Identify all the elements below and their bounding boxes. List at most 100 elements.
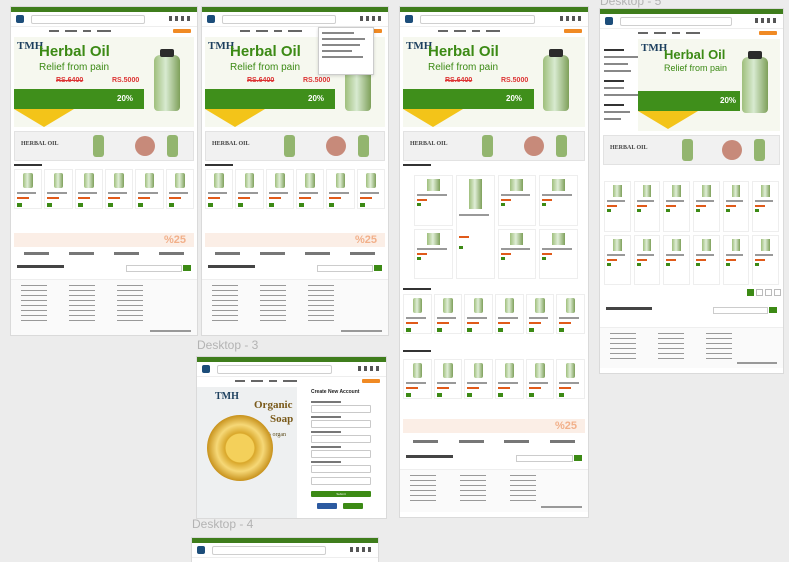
- email-field[interactable]: [311, 420, 371, 428]
- product-card[interactable]: [265, 169, 294, 209]
- product-card[interactable]: [235, 169, 264, 209]
- product-card[interactable]: [464, 359, 494, 399]
- product-banner[interactable]: HERBAL OIL: [403, 131, 585, 161]
- product-card[interactable]: [722, 234, 750, 285]
- product-card[interactable]: [433, 294, 463, 334]
- product-card[interactable]: [295, 169, 325, 209]
- product-card-large[interactable]: [455, 175, 495, 279]
- product-card[interactable]: [356, 169, 385, 209]
- newsletter-input[interactable]: [516, 455, 573, 462]
- product-row[interactable]: [403, 294, 586, 334]
- product-card[interactable]: [433, 359, 463, 399]
- header-icons[interactable]: [755, 18, 777, 23]
- header-icons[interactable]: [560, 16, 582, 21]
- search-input[interactable]: [212, 546, 326, 555]
- product-banner[interactable]: HERBAL OIL: [603, 135, 780, 165]
- newsletter-button[interactable]: [374, 265, 382, 271]
- product-card[interactable]: [604, 181, 631, 232]
- product-card[interactable]: [403, 294, 432, 334]
- pagination[interactable]: [747, 289, 781, 296]
- product-banner[interactable]: HERBAL OIL: [205, 131, 385, 161]
- product-card[interactable]: [722, 181, 750, 232]
- hero-banner[interactable]: TMH Herbal Oil Relief from pain RS.6400 …: [14, 37, 194, 127]
- search-input[interactable]: [620, 17, 732, 26]
- search-input[interactable]: [420, 15, 535, 24]
- social-button[interactable]: [343, 503, 363, 509]
- newsletter[interactable]: [14, 263, 194, 273]
- product-card[interactable]: [752, 234, 779, 285]
- header-icons[interactable]: [169, 16, 191, 21]
- product-card[interactable]: [497, 175, 537, 226]
- product-card[interactable]: [663, 181, 690, 232]
- product-card[interactable]: [692, 234, 720, 285]
- product-card[interactable]: [464, 294, 494, 334]
- social-button[interactable]: [317, 503, 337, 509]
- product-card[interactable]: [539, 228, 578, 279]
- main-nav[interactable]: [400, 27, 588, 35]
- product-card[interactable]: [403, 359, 432, 399]
- account-dropdown[interactable]: [318, 27, 374, 75]
- hero-yellow-accent: [205, 109, 265, 127]
- promo-strip[interactable]: %25: [205, 233, 385, 247]
- newsletter-button[interactable]: [769, 307, 777, 313]
- product-row[interactable]: [14, 169, 194, 209]
- product-card[interactable]: [525, 294, 555, 334]
- product-card[interactable]: [604, 234, 631, 285]
- main-nav[interactable]: [600, 29, 783, 37]
- submit-button[interactable]: Submit: [311, 491, 371, 497]
- main-nav[interactable]: [11, 27, 197, 35]
- newsletter-button[interactable]: [574, 455, 582, 461]
- product-card[interactable]: [692, 181, 720, 232]
- product-card[interactable]: [205, 169, 234, 209]
- password-field[interactable]: [311, 465, 371, 473]
- header-icons[interactable]: [350, 547, 372, 552]
- product-row[interactable]: [403, 359, 586, 399]
- filter-panel[interactable]: [604, 41, 638, 125]
- product-card[interactable]: [556, 294, 586, 334]
- newsletter-input[interactable]: [317, 265, 373, 272]
- product-card[interactable]: [414, 228, 453, 279]
- header-icons[interactable]: [358, 366, 380, 371]
- newsletter[interactable]: [403, 453, 585, 463]
- product-card[interactable]: [633, 181, 661, 232]
- product-card[interactable]: [495, 294, 524, 334]
- promo-strip[interactable]: %25: [14, 233, 194, 247]
- header-icons[interactable]: [360, 16, 382, 21]
- product-card[interactable]: [135, 169, 164, 209]
- shop-grid[interactable]: [604, 181, 779, 285]
- product-card[interactable]: [633, 234, 661, 285]
- name-field[interactable]: [311, 405, 371, 413]
- product-card[interactable]: [165, 169, 194, 209]
- search-input[interactable]: [222, 15, 336, 24]
- product-row[interactable]: [205, 169, 385, 209]
- search-input[interactable]: [217, 365, 333, 374]
- product-card[interactable]: [14, 169, 43, 209]
- phone-field[interactable]: [311, 435, 371, 443]
- main-nav[interactable]: [197, 377, 386, 385]
- product-card[interactable]: [525, 359, 555, 399]
- hero-banner[interactable]: TMH Herbal Oil Relief from pain RS.6400 …: [403, 37, 585, 127]
- newsletter-button[interactable]: [183, 265, 191, 271]
- hero-banner[interactable]: TMH Herbal Oil Relief from pain 20%: [638, 39, 780, 131]
- confirm-password-field[interactable]: [311, 477, 371, 485]
- product-banner[interactable]: HERBAL OIL: [14, 131, 194, 161]
- featured-grid[interactable]: [414, 175, 578, 279]
- newsletter[interactable]: [205, 263, 385, 273]
- product-card[interactable]: [326, 169, 355, 209]
- product-card[interactable]: [663, 234, 690, 285]
- product-card[interactable]: [752, 181, 779, 232]
- address-field[interactable]: [311, 450, 371, 458]
- promo-strip[interactable]: %25: [403, 419, 585, 433]
- product-card[interactable]: [556, 359, 586, 399]
- product-card[interactable]: [539, 175, 578, 226]
- search-input[interactable]: [31, 15, 145, 24]
- product-card[interactable]: [74, 169, 103, 209]
- product-card[interactable]: [495, 359, 524, 399]
- newsletter-input[interactable]: [712, 307, 768, 314]
- newsletter-input[interactable]: [126, 265, 182, 272]
- newsletter[interactable]: [603, 305, 780, 315]
- product-card[interactable]: [497, 228, 537, 279]
- product-card[interactable]: [44, 169, 73, 209]
- product-card[interactable]: [104, 169, 134, 209]
- product-card[interactable]: [414, 175, 453, 226]
